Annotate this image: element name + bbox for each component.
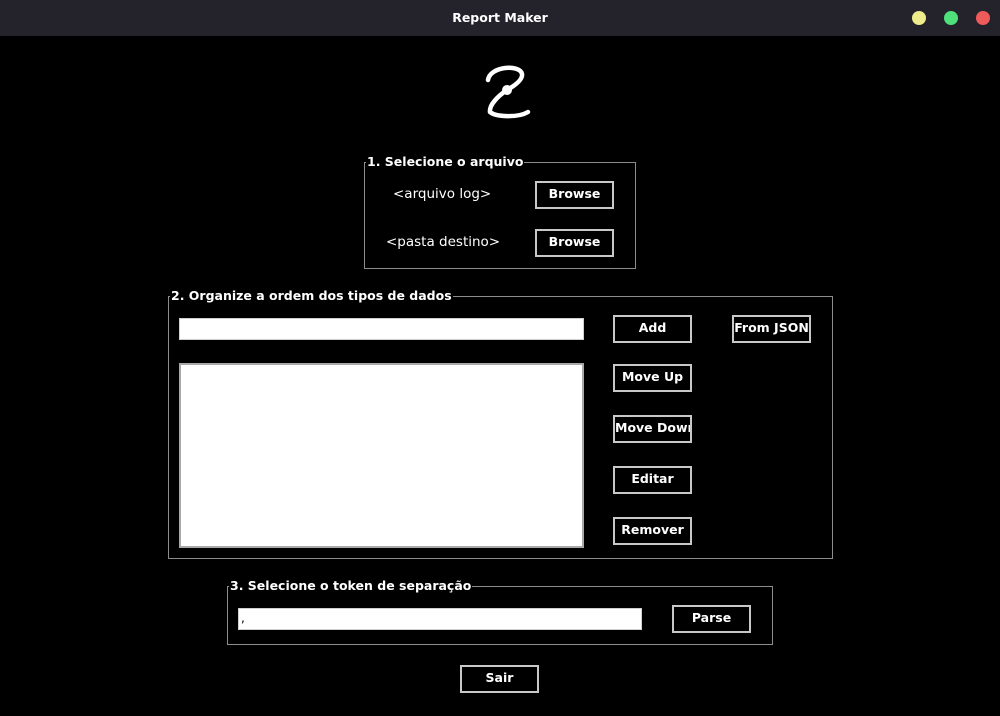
parse-button[interactable]: Parse — [672, 605, 751, 633]
title-bar[interactable]: Report Maker — [0, 0, 1000, 36]
data-type-input[interactable] — [179, 318, 584, 340]
destination-folder-label: <pasta destino> — [386, 234, 501, 250]
data-types-listbox[interactable] — [179, 363, 584, 548]
data-order-legend: 2. Organize a ordem dos tipos de dados — [171, 288, 452, 303]
minimize-button[interactable] — [912, 11, 926, 25]
separator-token-legend: 3. Selecione o token de separação — [230, 578, 472, 593]
browse-destination-button[interactable]: Browse — [535, 229, 614, 257]
remove-button[interactable]: Remover — [613, 517, 692, 545]
close-button[interactable] — [976, 11, 990, 25]
add-button[interactable]: Add — [613, 315, 692, 343]
exit-button[interactable]: Sair — [460, 665, 539, 693]
separator-token-input[interactable]: , — [238, 608, 642, 630]
browse-log-button[interactable]: Browse — [535, 181, 614, 209]
log-file-label: <arquivo log> — [393, 186, 492, 202]
from-json-button[interactable]: From JSON — [732, 315, 811, 343]
app-logo-icon — [485, 65, 531, 119]
window-title: Report Maker — [452, 10, 548, 25]
maximize-button[interactable] — [944, 11, 958, 25]
move-down-button[interactable]: Move Down — [613, 415, 692, 443]
move-up-button[interactable]: Move Up — [613, 364, 692, 392]
file-selection-legend: 1. Selecione o arquivo — [367, 154, 524, 169]
edit-button[interactable]: Editar — [613, 466, 692, 494]
report-maker-window: Report Maker 1. Selecione o arquivo <arq… — [0, 0, 1000, 716]
